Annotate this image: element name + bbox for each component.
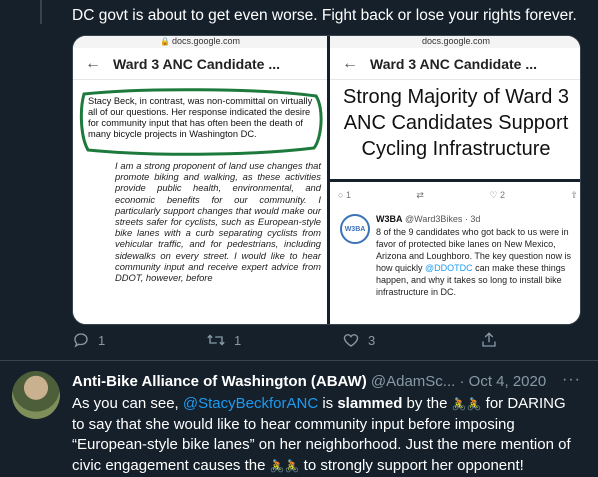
media-image-right-top[interactable]: docs.google.com ← Ward 3 ANC Candidate .… [330, 36, 580, 179]
doc-header: ← Ward 3 ANC Candidate ... [73, 48, 327, 80]
quote-text: Stacy Beck, in contrast, was non-committ… [88, 96, 313, 139]
author-name[interactable]: Anti-Bike Alliance of Washington (ABAW) [72, 373, 367, 390]
reply-icon: ○ [338, 190, 344, 200]
share-icon [482, 332, 496, 347]
doc-title: Ward 3 ANC Candidate ... [113, 55, 280, 72]
tweet-header: Anti-Bike Alliance of Washington (ABAW) … [72, 373, 582, 390]
cyclist-emoji: 🚴🚴 [269, 458, 300, 473]
mention-link[interactable]: @StacyBeckforANC [183, 395, 318, 412]
share-icon: ⇧ [570, 190, 578, 200]
like-button[interactable]: 3 [342, 331, 375, 349]
bold-text: slammed [337, 395, 403, 412]
doc-title: Ward 3 ANC Candidate ... [370, 55, 537, 72]
highlighted-quote: Stacy Beck, in contrast, was non-committ… [78, 86, 323, 156]
media-image-left[interactable]: 🔒 docs.google.com ← Ward 3 ANC Candidate … [73, 36, 327, 324]
reply-count: 1 [98, 332, 106, 348]
lock-icon: 🔒 [159, 37, 170, 46]
author-avatar[interactable] [12, 371, 60, 419]
heart-icon: ♡ [489, 190, 498, 200]
heart-icon [343, 334, 359, 347]
back-arrow-icon: ← [342, 54, 358, 72]
url-text: docs.google.com [171, 36, 240, 46]
embedded-tweet-text: 8 of the 9 candidates who got back to us… [376, 227, 571, 297]
media-image-right-bottom[interactable]: ○ 1 ⇄ ♡ 2 ⇧ W3BA W3BA @Ward3Bikes · 3d 8… [330, 182, 580, 324]
reply-icon [74, 333, 88, 348]
embedded-author-name: W3BA [376, 214, 403, 224]
tweet-media-grid[interactable]: 🔒 docs.google.com ← Ward 3 ANC Candidate … [72, 35, 581, 325]
retweet-icon: ⇄ [416, 190, 424, 200]
thread-connector-line [40, 0, 42, 24]
embedded-tweet-actions: ○ 1 ⇄ ♡ 2 ⇧ [338, 190, 578, 201]
candidate-response-text: I am a strong proponent of land use chan… [115, 160, 321, 284]
more-options-icon[interactable]: ··· [562, 371, 581, 389]
browser-url-bar: 🔒 docs.google.com [73, 36, 327, 48]
cyclist-emoji: 🚴🚴 [451, 397, 482, 411]
retweet-count: 1 [234, 332, 242, 348]
embedded-reply: ○ 1 [338, 190, 351, 200]
reply-button[interactable]: 1 [72, 331, 105, 349]
embedded-tweet-header: W3BA @Ward3Bikes · 3d [376, 214, 480, 224]
browser-url-bar: docs.google.com [330, 36, 580, 48]
doc-headline: Strong Majority of Ward 3 ANC Candidates… [342, 86, 569, 160]
retweet-icon [207, 334, 225, 346]
embedded-like: ♡ 2 [489, 190, 505, 200]
tweet-body: As you can see, @StacyBeckforANC is slam… [72, 394, 582, 476]
back-arrow-icon: ← [85, 54, 101, 72]
like-count: 3 [368, 332, 376, 348]
tweet-text: DC govt is about to get even worse. Figh… [72, 7, 577, 24]
mention-link: @DDOTDC [425, 263, 473, 273]
w3ba-avatar: W3BA [340, 214, 370, 244]
tweet-date[interactable]: Oct 4, 2020 [469, 373, 547, 390]
share-button[interactable] [480, 331, 506, 349]
separator-dot: · [455, 373, 469, 390]
tweet-action-bar: 1 1 3 [72, 331, 512, 353]
embedded-retweet: ⇄ [416, 190, 424, 201]
url-text: docs.google.com [421, 36, 491, 46]
retweet-button[interactable]: 1 [206, 331, 241, 349]
tweet-separator [0, 360, 598, 361]
author-handle[interactable]: @AdamSc... [371, 373, 455, 390]
doc-header: ← Ward 3 ANC Candidate ... [330, 48, 580, 80]
embedded-author-handle: @Ward3Bikes · 3d [405, 214, 481, 224]
